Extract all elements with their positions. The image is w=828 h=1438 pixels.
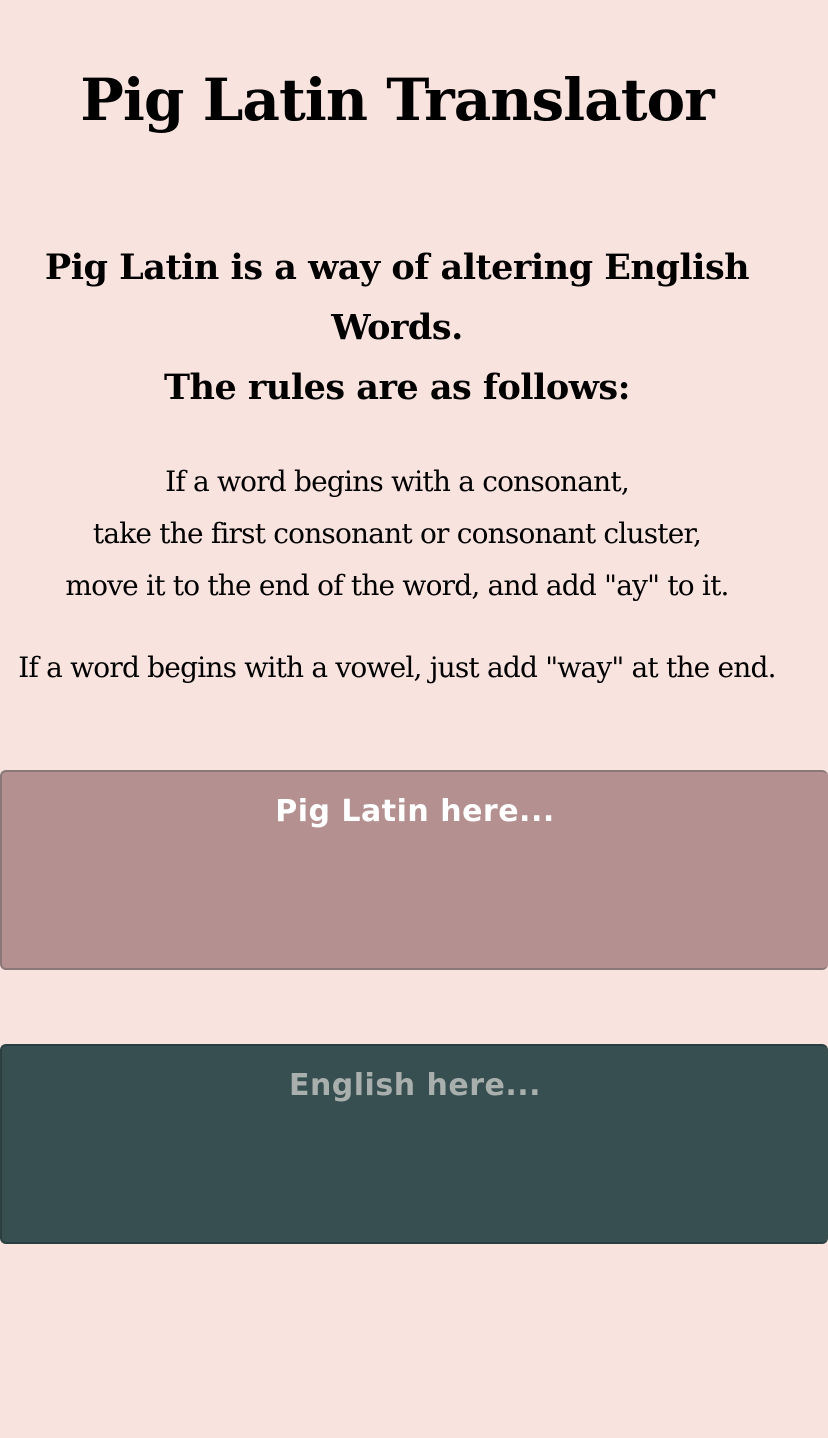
intro-line: Pig Latin is a way of altering English xyxy=(44,247,750,288)
rule-line: move it to the end of the word, and add … xyxy=(65,569,729,602)
english-textarea[interactable] xyxy=(0,1044,828,1244)
rules-heading: The rules are as follows: xyxy=(163,367,631,408)
rule-line: take the first consonant or consonant cl… xyxy=(92,517,702,550)
page-title: Pig Latin Translator xyxy=(80,66,715,134)
intro-heading: Pig Latin is a way of altering English W… xyxy=(20,238,774,418)
rule-line: If a word begins with a consonant, xyxy=(165,465,630,498)
pig-latin-textarea[interactable] xyxy=(0,770,828,970)
vowel-rule: If a word begins with a vowel, just add … xyxy=(18,651,776,684)
intro-line: Words. xyxy=(331,307,463,348)
consonant-rule: If a word begins with a consonant, take … xyxy=(0,456,794,612)
